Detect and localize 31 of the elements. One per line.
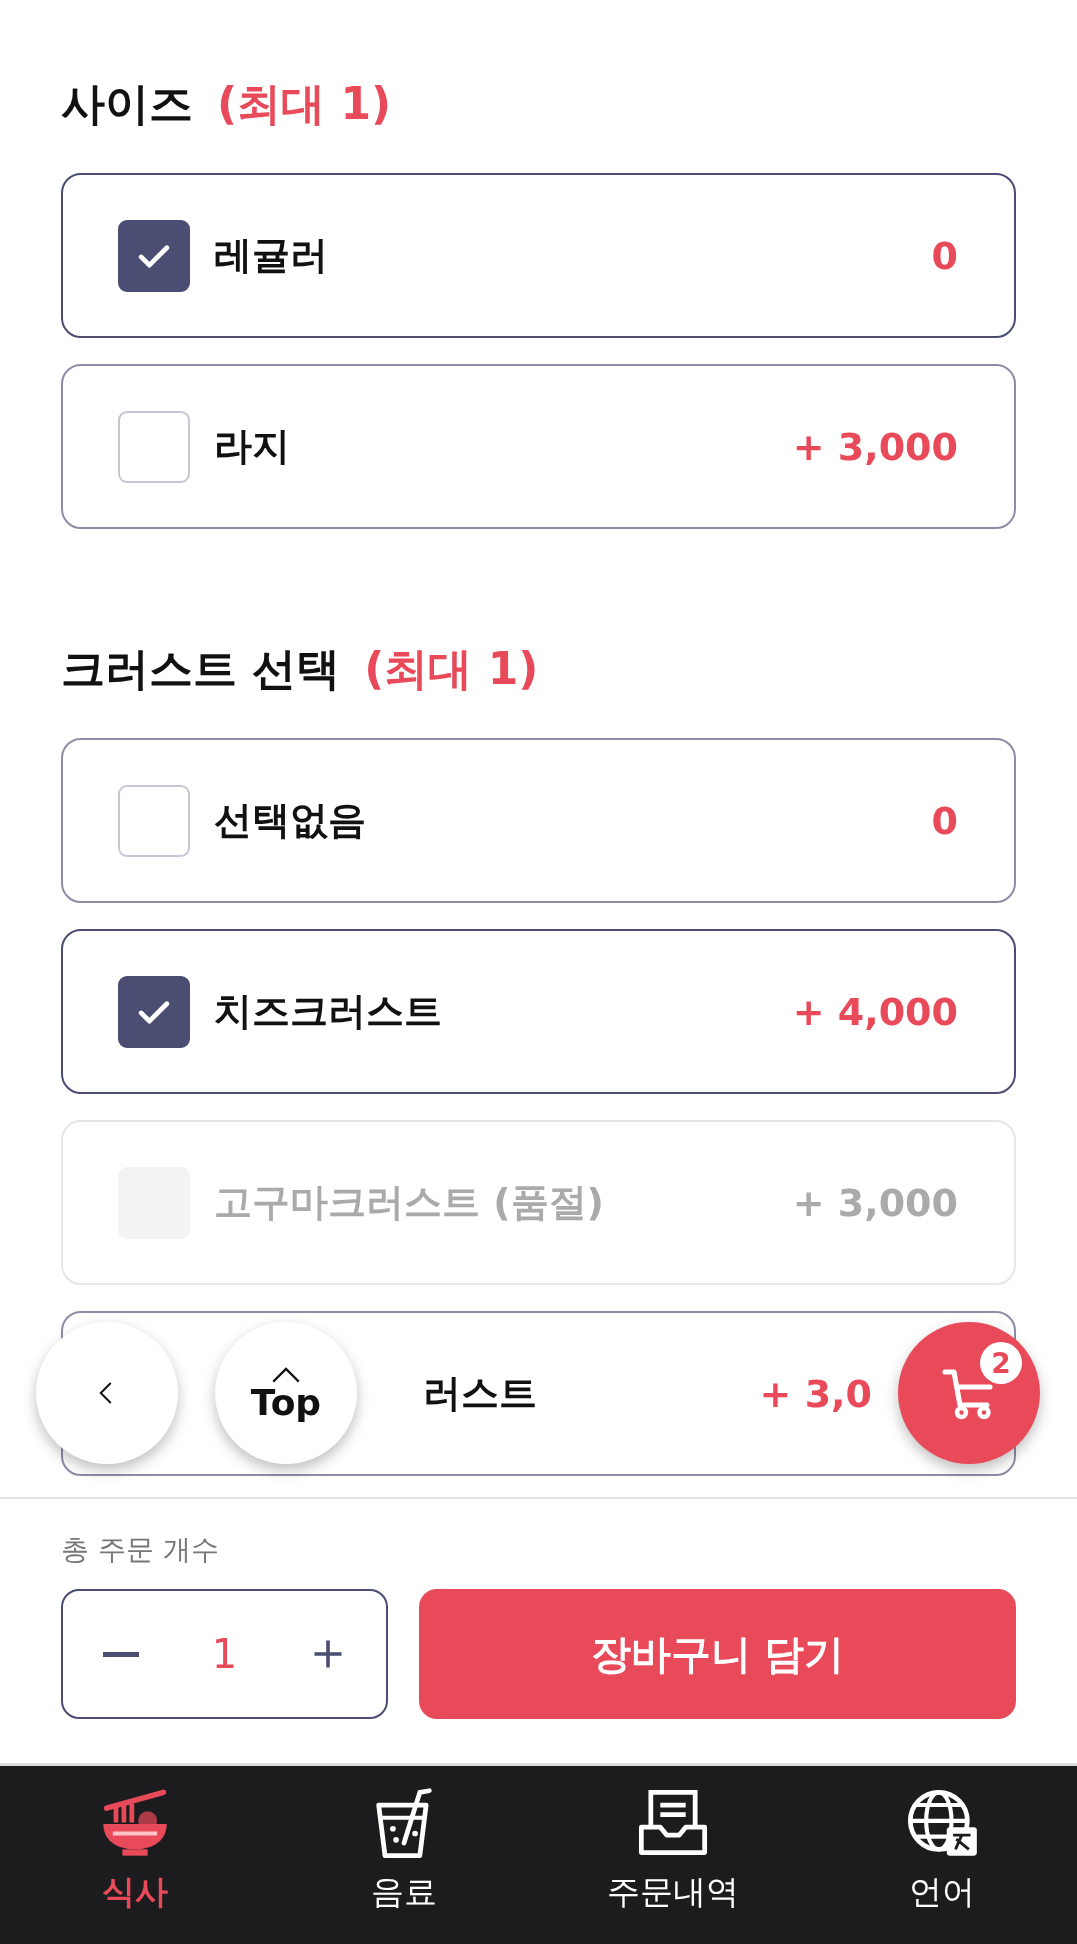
option-card[interactable]: 선택없음 0	[61, 738, 1016, 903]
option-price: + 4,000	[792, 989, 958, 1034]
option-price: 0	[931, 233, 958, 278]
checkbox[interactable]	[118, 219, 190, 292]
option-label: 치즈크러스트	[214, 988, 442, 1035]
section-title: 사이즈	[61, 76, 193, 131]
nav-tab[interactable]: 음료	[269, 1766, 539, 1944]
option-label: 고구마크러스트 (품절)	[214, 1179, 604, 1226]
order-count-label: 총 주문 개수	[61, 1532, 220, 1568]
option-label: 레귤러	[214, 232, 328, 279]
checkbox[interactable]	[118, 975, 190, 1048]
option-card[interactable]: 치즈크러스트 + 4,000	[61, 929, 1016, 1094]
option-card[interactable]: 레귤러 0	[61, 173, 1016, 338]
option-card[interactable]: 라지 + 3,000	[61, 364, 1016, 529]
option-price: 0	[931, 798, 958, 843]
section-limit: (최대 1)	[217, 76, 392, 131]
minus-icon	[103, 1651, 139, 1657]
nav-tab[interactable]: 언어	[807, 1766, 1077, 1944]
section-limit: (최대 1)	[364, 641, 539, 696]
quantity-value: 1	[211, 1631, 238, 1677]
option-label: 러스트	[423, 1370, 537, 1417]
nav-tab[interactable]: 주문내역	[538, 1766, 808, 1944]
option-label: 선택없음	[214, 797, 366, 844]
section-title: 크러스트 선택	[61, 641, 341, 696]
cart-count-badge: 2	[980, 1342, 1022, 1384]
option-label: 라지	[214, 423, 290, 470]
option-price: + 3,0	[759, 1371, 872, 1416]
nav-tab[interactable]: 식사	[0, 1766, 270, 1944]
option-price: + 3,000	[792, 1180, 958, 1225]
add-to-cart-button[interactable]: 장바구니 담기	[419, 1589, 1016, 1719]
option-price: + 3,000	[792, 424, 958, 469]
